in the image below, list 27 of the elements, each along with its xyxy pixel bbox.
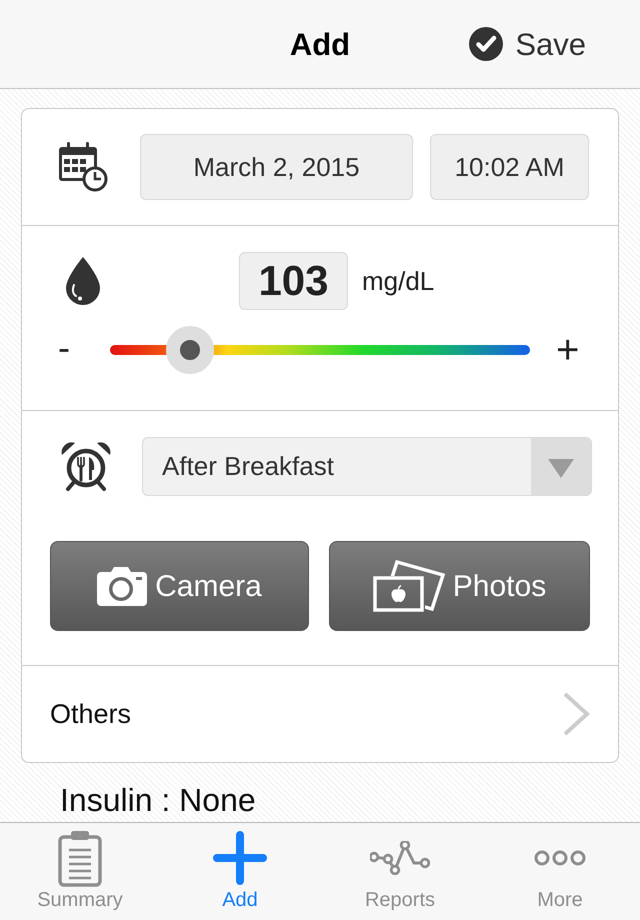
save-button[interactable]: Save bbox=[469, 27, 586, 61]
tab-item[interactable]: Add bbox=[160, 823, 320, 920]
line-chart-icon bbox=[370, 841, 430, 875]
date-button[interactable]: March 2, 2015 bbox=[140, 134, 413, 200]
unit-label: mg/dL bbox=[362, 268, 434, 294]
plus-icon bbox=[213, 831, 267, 885]
page-title: Add bbox=[290, 28, 350, 60]
check-circle-icon bbox=[469, 27, 504, 61]
slider-thumb[interactable] bbox=[166, 326, 214, 374]
photos-button[interactable]: Photos bbox=[329, 541, 590, 631]
time-button[interactable]: 10:02 AM bbox=[430, 134, 589, 200]
clipboard-icon bbox=[58, 830, 102, 886]
insulin-summary: Insulin : None bbox=[60, 783, 256, 817]
meal-time-select[interactable]: After Breakfast bbox=[142, 437, 592, 496]
drop-icon bbox=[66, 257, 100, 305]
increase-button[interactable]: + bbox=[556, 330, 580, 370]
camera-icon bbox=[97, 566, 148, 606]
photos-icon bbox=[372, 560, 445, 612]
chevron-right-icon bbox=[562, 691, 590, 737]
decrease-button[interactable]: - bbox=[58, 330, 110, 370]
others-row[interactable]: Others bbox=[22, 666, 618, 762]
alarm-clock-utensils-icon bbox=[60, 440, 112, 492]
camera-button[interactable]: Camera bbox=[50, 541, 309, 631]
glucose-value-field[interactable]: 103 bbox=[239, 252, 348, 310]
more-dots-icon bbox=[534, 850, 586, 866]
slider-track[interactable] bbox=[110, 326, 530, 374]
calendar-clock-icon bbox=[58, 142, 108, 192]
